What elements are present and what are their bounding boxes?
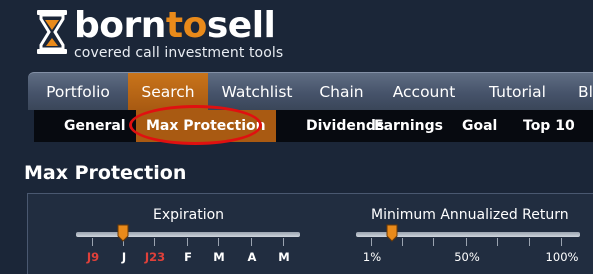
expiration-tick-label[interactable]: F bbox=[184, 250, 192, 264]
filter-panel: Expiration J9 J J23 F M A M Minimum Annualized… bbox=[27, 193, 593, 274]
min-return-tick bbox=[371, 238, 372, 246]
subnav-general[interactable]: General bbox=[64, 110, 126, 142]
min-return-tick bbox=[402, 238, 403, 246]
expiration-label: Expiration bbox=[153, 207, 225, 223]
expiration-slider-handle[interactable] bbox=[117, 224, 129, 242]
brand-tagline: covered call investment tools bbox=[74, 45, 284, 61]
main-nav: Portfolio Search Watchlist Chain Account… bbox=[28, 72, 593, 110]
min-return-tick-label: 50% bbox=[454, 250, 480, 264]
min-return-tick bbox=[529, 238, 530, 246]
nav-watchlist[interactable]: Watchlist bbox=[208, 73, 306, 110]
subnav-top-10[interactable]: Top 10 bbox=[523, 110, 575, 142]
min-return-tick bbox=[561, 238, 562, 246]
subnav-dividends[interactable]: Dividends bbox=[306, 110, 384, 142]
subnav-goal[interactable]: Goal bbox=[462, 110, 497, 142]
expiration-tick-label[interactable]: J9 bbox=[87, 250, 99, 264]
nav-account[interactable]: Account bbox=[377, 73, 471, 110]
nav-tutorial[interactable]: Tutorial bbox=[471, 73, 564, 110]
expiration-tick bbox=[92, 238, 93, 246]
expiration-tick bbox=[283, 238, 284, 246]
brand-name: borntosell bbox=[74, 5, 276, 46]
nav-search[interactable]: Search bbox=[128, 73, 208, 110]
page-title: Max Protection bbox=[24, 162, 187, 184]
expiration-tick bbox=[187, 238, 188, 246]
min-return-label: Minimum Annualized Return bbox=[371, 207, 569, 223]
min-return-tick-label: 1% bbox=[362, 250, 382, 264]
expiration-tick-label[interactable]: M bbox=[213, 250, 224, 264]
min-return-tick bbox=[497, 238, 498, 246]
expiration-tick-label[interactable]: J bbox=[122, 250, 126, 264]
nav-blog[interactable]: Bl bbox=[564, 73, 593, 110]
expiration-tick-label[interactable]: M bbox=[278, 250, 289, 264]
sub-nav: General Max Protection Dividends Earning… bbox=[34, 110, 593, 142]
expiration-tick bbox=[154, 238, 155, 246]
nav-portfolio[interactable]: Portfolio bbox=[28, 73, 128, 110]
nav-chain[interactable]: Chain bbox=[306, 73, 377, 110]
expiration-track[interactable] bbox=[76, 232, 300, 237]
brand-logo[interactable]: borntosell covered call investment tools bbox=[34, 8, 283, 60]
expiration-tick bbox=[218, 238, 219, 246]
subnav-max-protection[interactable]: Max Protection bbox=[136, 110, 276, 142]
min-return-tick-label: 100% bbox=[545, 250, 579, 264]
hourglass-icon bbox=[37, 10, 67, 54]
subnav-earnings[interactable]: Earnings bbox=[374, 110, 443, 142]
expiration-tick-label[interactable]: A bbox=[248, 250, 257, 264]
expiration-tick-label[interactable]: J23 bbox=[145, 250, 165, 264]
min-return-tick bbox=[433, 238, 434, 246]
min-return-tick bbox=[466, 238, 467, 246]
expiration-tick bbox=[251, 238, 252, 246]
min-return-slider-handle[interactable] bbox=[386, 224, 398, 242]
